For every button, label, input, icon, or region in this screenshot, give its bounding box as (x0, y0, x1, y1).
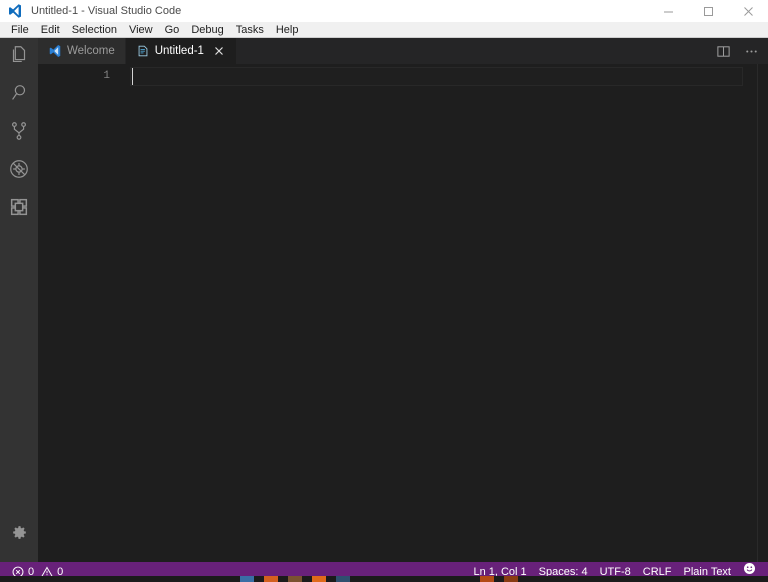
overview-ruler[interactable] (757, 64, 768, 562)
menu-item-view[interactable]: View (123, 22, 159, 38)
debug-icon (8, 158, 30, 185)
tab-bar: Welcome Untitled-1 (38, 38, 768, 64)
menu-item-go[interactable]: Go (159, 22, 186, 38)
tab-untitled-1[interactable]: Untitled-1 (125, 38, 237, 64)
gear-icon (10, 523, 29, 547)
vscode-window: Untitled-1 - Visual Studio Code File Edi… (0, 0, 768, 582)
extensions-icon (8, 196, 30, 223)
menu-item-tasks[interactable]: Tasks (230, 22, 270, 38)
taskbar-icon[interactable] (336, 576, 350, 582)
current-line-highlight (130, 67, 743, 86)
workbench: Welcome Untitled-1 1 (0, 38, 768, 562)
menu-item-file[interactable]: File (5, 22, 35, 38)
taskbar-icon[interactable] (288, 576, 302, 582)
taskbar-icon[interactable] (312, 576, 326, 582)
editor-actions (714, 38, 768, 64)
ellipsis-icon[interactable] (742, 42, 760, 60)
sidebar-item-extensions[interactable] (0, 190, 38, 228)
manage-settings-button[interactable] (0, 516, 38, 554)
line-number: 1 (103, 70, 110, 82)
minimize-button[interactable] (648, 0, 688, 22)
windows-taskbar[interactable] (0, 576, 768, 582)
split-editor-icon[interactable] (714, 42, 732, 60)
title-bar: Untitled-1 - Visual Studio Code (0, 0, 768, 22)
editor-group: Welcome Untitled-1 1 (38, 38, 768, 562)
sidebar-item-source-control[interactable] (0, 114, 38, 152)
vscode-logo-icon (48, 44, 62, 58)
menu-item-selection[interactable]: Selection (66, 22, 123, 38)
window-title: Untitled-1 - Visual Studio Code (31, 5, 182, 17)
menu-item-edit[interactable]: Edit (35, 22, 66, 38)
activity-bar (0, 38, 38, 562)
sidebar-item-explorer[interactable] (0, 38, 38, 76)
text-cursor (132, 68, 133, 85)
tab-welcome[interactable]: Welcome (38, 38, 126, 64)
taskbar-icon[interactable] (240, 576, 254, 582)
menu-item-help[interactable]: Help (270, 22, 305, 38)
maximize-button[interactable] (688, 0, 728, 22)
file-text-icon (136, 44, 150, 58)
text-editor[interactable]: 1 (38, 64, 768, 562)
source-control-icon (8, 120, 30, 147)
taskbar-icon[interactable] (480, 576, 494, 582)
tab-label: Welcome (67, 45, 115, 57)
sidebar-item-debug[interactable] (0, 152, 38, 190)
taskbar-icon[interactable] (264, 576, 278, 582)
menu-bar: File Edit Selection View Go Debug Tasks … (0, 22, 768, 38)
close-button[interactable] (728, 0, 768, 22)
editor-line-1: 1 (38, 67, 768, 86)
search-icon (8, 82, 30, 109)
tab-label: Untitled-1 (154, 45, 204, 57)
vscode-logo-icon (7, 3, 23, 19)
window-controls (648, 0, 768, 22)
menu-item-debug[interactable]: Debug (185, 22, 229, 38)
taskbar-icon[interactable] (504, 576, 518, 582)
files-icon (8, 44, 30, 71)
close-icon[interactable] (212, 44, 226, 58)
sidebar-item-search[interactable] (0, 76, 38, 114)
